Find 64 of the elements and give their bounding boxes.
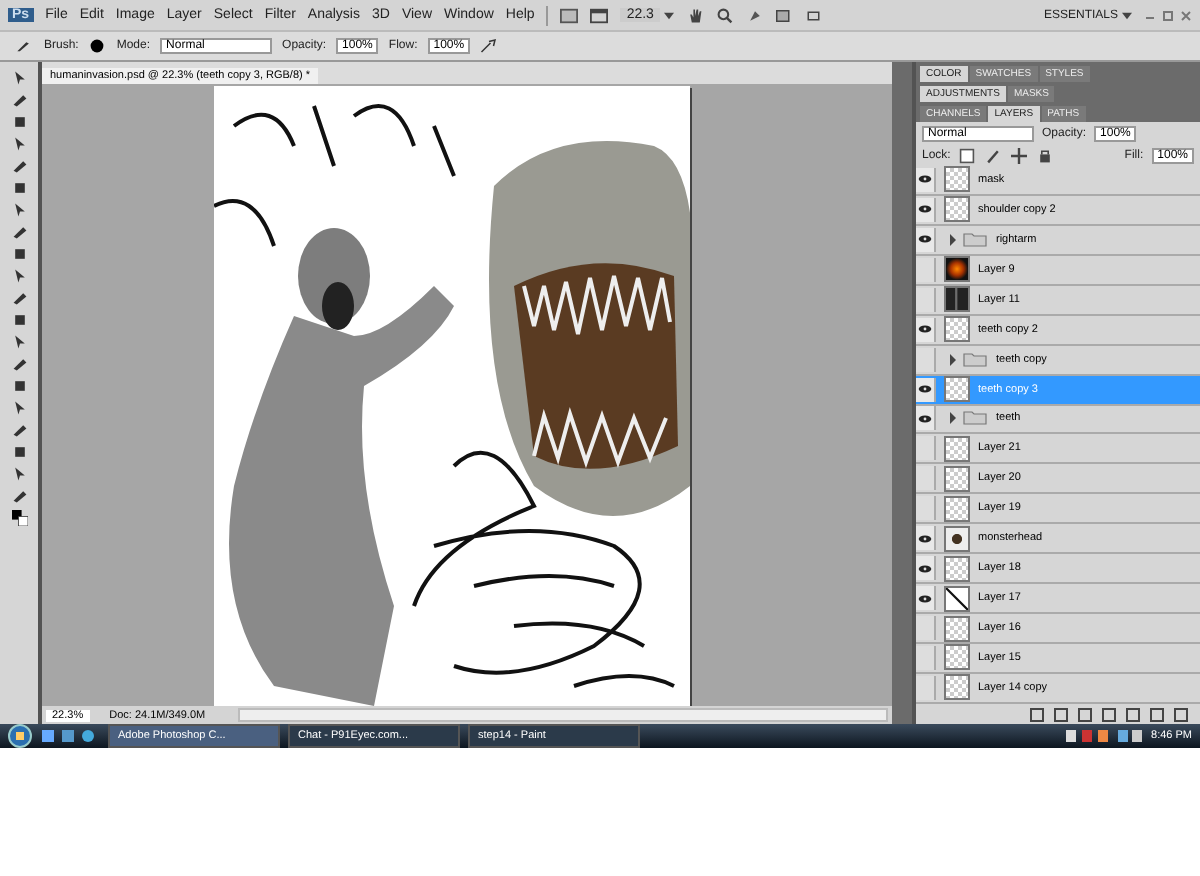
zoom-icon[interactable]: [715, 7, 734, 23]
visibility-toggle[interactable]: [916, 227, 936, 252]
layer-thumbnail: [944, 555, 970, 582]
visibility-toggle[interactable]: [916, 377, 936, 402]
move-icon[interactable]: [1010, 147, 1029, 163]
visibility-toggle[interactable]: [916, 645, 936, 670]
visibility-toggle[interactable]: [916, 197, 936, 222]
layer-thumbnail: [944, 196, 970, 223]
visibility-toggle[interactable]: [916, 287, 936, 312]
lock-transparency-icon[interactable]: [958, 147, 977, 163]
lock-icon[interactable]: [1036, 147, 1055, 163]
visibility-toggle[interactable]: [916, 347, 936, 372]
eye-icon[interactable]: [918, 174, 932, 185]
visibility-toggle[interactable]: [916, 556, 936, 581]
folder-icon[interactable]: [948, 351, 988, 368]
layer-thumbnail: [944, 644, 970, 671]
eye-icon[interactable]: [918, 413, 932, 424]
airbrush-icon[interactable]: [480, 38, 499, 54]
screen-icon[interactable]: [805, 7, 824, 23]
visibility-toggle[interactable]: [916, 406, 936, 431]
visibility-toggle[interactable]: [916, 317, 936, 342]
folder-icon[interactable]: [948, 231, 988, 248]
horizontal-scrollbar[interactable]: [237, 708, 888, 722]
caret-icon[interactable]: [663, 11, 674, 19]
caret-icon[interactable]: [1122, 11, 1132, 19]
layer-thumbnail: [944, 674, 970, 701]
color-swatches-icon[interactable]: [11, 510, 27, 526]
folder-icon[interactable]: [948, 410, 988, 427]
eye-icon[interactable]: [918, 324, 932, 335]
visibility-toggle[interactable]: [916, 466, 936, 491]
screen-mode-icon[interactable]: [590, 7, 609, 23]
window-controls-icon[interactable]: [1144, 9, 1192, 21]
visibility-toggle[interactable]: [916, 436, 936, 461]
visibility-toggle[interactable]: [916, 586, 936, 611]
visibility-toggle[interactable]: [916, 167, 936, 192]
layer-thumbnail: [944, 585, 970, 612]
eye-icon[interactable]: [918, 593, 932, 604]
eye-icon[interactable]: [918, 563, 932, 574]
layer-thumbnail: [944, 376, 970, 403]
layer-thumbnail: [944, 525, 970, 552]
layer-thumbnail: [944, 316, 970, 343]
visibility-toggle[interactable]: [916, 257, 936, 282]
layer-thumbnail: [944, 495, 970, 522]
eye-icon[interactable]: [918, 204, 932, 215]
layer-thumbnail: [944, 256, 970, 283]
system-tray-icons[interactable]: [1063, 728, 1144, 744]
quick-launch-icons[interactable]: [40, 728, 100, 744]
hand-icon[interactable]: [685, 7, 704, 23]
visibility-toggle[interactable]: [916, 675, 936, 700]
visibility-toggle[interactable]: [916, 496, 936, 521]
eye-icon[interactable]: [918, 234, 932, 245]
layer-thumbnail: [944, 465, 970, 492]
layer-thumbnail: [944, 166, 970, 193]
layer-thumbnail: [944, 286, 970, 313]
visibility-toggle[interactable]: [916, 526, 936, 551]
eye-icon[interactable]: [918, 533, 932, 544]
layer-thumbnail: [944, 615, 970, 642]
start-button[interactable]: [8, 724, 32, 748]
layer-thumbnail: [944, 435, 970, 462]
brush-preset-icon[interactable]: [88, 38, 107, 54]
visibility-toggle[interactable]: [916, 616, 936, 641]
brush-icon[interactable]: [984, 147, 1003, 163]
brush-icon[interactable]: [16, 38, 34, 54]
eye-icon[interactable]: [918, 384, 932, 395]
